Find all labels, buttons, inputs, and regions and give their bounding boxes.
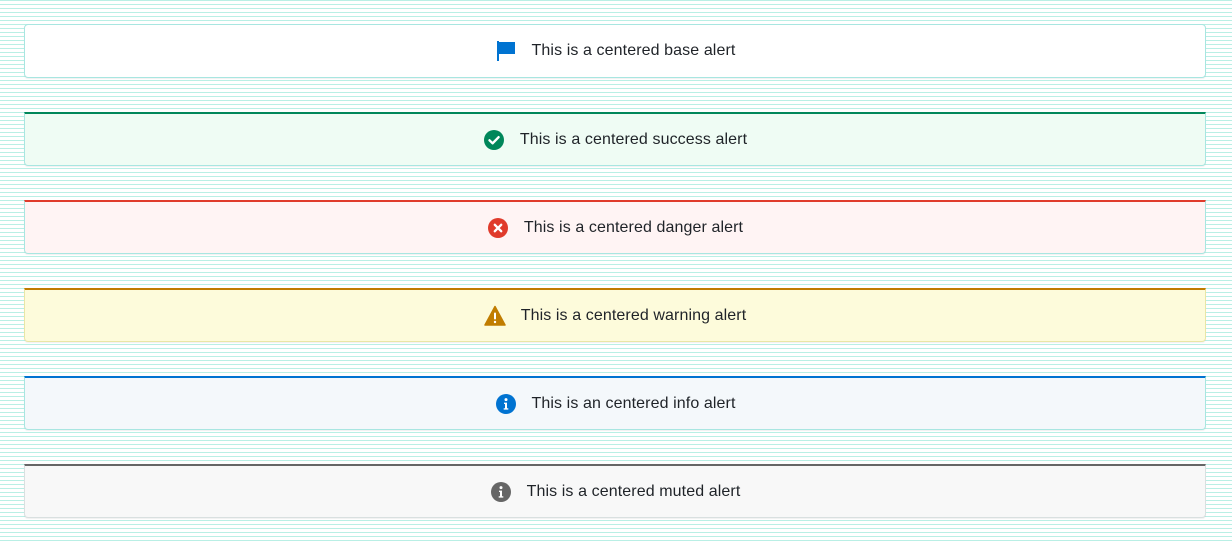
info-circle-icon [490, 481, 512, 503]
success-alert: This is a centered success alert [24, 112, 1206, 166]
alert-text: This is a centered base alert [531, 42, 736, 59]
check-circle-icon [483, 129, 505, 151]
danger-alert: This is a centered danger alert [24, 200, 1206, 254]
alert-text: This is a centered muted alert [526, 482, 741, 500]
base-alert: This is a centered base alert [24, 24, 1206, 78]
warning-triangle-icon [483, 305, 506, 327]
x-circle-icon [487, 217, 509, 239]
warning-alert: This is a centered warning alert [24, 288, 1206, 342]
muted-alert: This is a centered muted alert [24, 464, 1206, 518]
alert-text: This is an centered info alert [531, 394, 736, 412]
alert-text: This is a centered warning alert [520, 306, 747, 324]
alert-text: This is a centered success alert [519, 130, 748, 148]
flag-icon [495, 40, 517, 62]
alert-text: This is a centered danger alert [523, 218, 744, 236]
info-alert: This is an centered info alert [24, 376, 1206, 430]
info-circle-icon [495, 393, 517, 415]
